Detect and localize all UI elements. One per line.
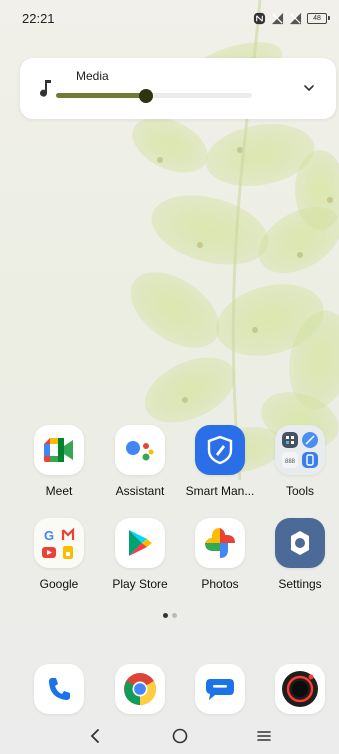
app-label-assistant: Assistant — [115, 484, 165, 498]
status-icons: 48 — [253, 12, 330, 25]
chrome-icon — [124, 673, 157, 706]
app-label-settings: Settings — [278, 577, 322, 591]
app-label-play-store: Play Store — [112, 577, 168, 591]
camera-icon — [282, 671, 318, 707]
page-dot-1 — [162, 613, 168, 618]
chevron-down-icon — [304, 85, 314, 92]
dock-camera[interactable] — [260, 664, 339, 714]
app-smart-manager[interactable]: Smart Man... — [180, 425, 260, 498]
page-indicator — [0, 613, 339, 618]
settings-gear-icon — [291, 531, 309, 555]
media-label: Media — [76, 69, 109, 83]
menu-lines-icon — [257, 731, 271, 741]
nfc-icon — [253, 12, 266, 24]
app-label-tools: Tools — [285, 484, 314, 498]
smart-manager-shield-icon — [207, 435, 233, 465]
home-circle-icon — [172, 728, 188, 744]
no-signal-icon-2 — [289, 12, 302, 24]
google-assistant-icon — [126, 441, 154, 461]
slider-thumb[interactable] — [139, 88, 154, 103]
media-volume-slider[interactable] — [56, 88, 252, 103]
dock-phone[interactable] — [19, 664, 99, 714]
no-signal-icon — [271, 12, 284, 24]
app-settings[interactable]: Settings — [260, 518, 339, 591]
google-photos-icon — [205, 528, 235, 558]
navigation-bar — [0, 722, 339, 754]
back-chevron-icon — [90, 729, 99, 743]
status-bar: 22:21 48 — [0, 0, 339, 36]
app-tools-folder[interactable]: 888 Tools — [260, 425, 339, 498]
battery-icon: 48 — [307, 12, 330, 24]
expand-button[interactable] — [302, 81, 316, 95]
app-assistant[interactable]: Assistant — [100, 425, 180, 498]
slider-fill — [56, 93, 147, 98]
play-store-icon — [129, 530, 152, 556]
tools-folder-icon: 888 — [282, 432, 318, 468]
dock-messages[interactable] — [180, 664, 260, 714]
app-google-folder[interactable]: G Google — [19, 518, 99, 591]
app-label-meet: Meet — [45, 484, 73, 498]
app-label-google: Google — [39, 577, 79, 591]
home-button[interactable] — [170, 726, 190, 746]
recents-button[interactable] — [254, 726, 274, 746]
music-note-icon — [40, 80, 51, 97]
dock-chrome[interactable] — [100, 664, 180, 714]
google-folder-icon: G — [42, 527, 75, 559]
app-label-photos: Photos — [201, 577, 239, 591]
media-volume-panel: Media — [20, 58, 336, 119]
phone-icon — [49, 678, 70, 700]
google-meet-icon — [44, 438, 73, 462]
page-dot-2 — [171, 613, 177, 618]
app-label-smart-manager: Smart Man... — [185, 484, 255, 498]
battery-level: 48 — [313, 14, 321, 22]
svg-text:888: 888 — [285, 459, 296, 465]
app-play-store[interactable]: Play Store — [100, 518, 180, 591]
messages-icon — [206, 679, 234, 700]
back-button[interactable] — [86, 726, 106, 746]
app-meet[interactable]: Meet — [19, 425, 99, 498]
status-time: 22:21 — [22, 10, 55, 26]
svg-text:G: G — [44, 528, 54, 543]
app-photos[interactable]: Photos — [180, 518, 260, 591]
